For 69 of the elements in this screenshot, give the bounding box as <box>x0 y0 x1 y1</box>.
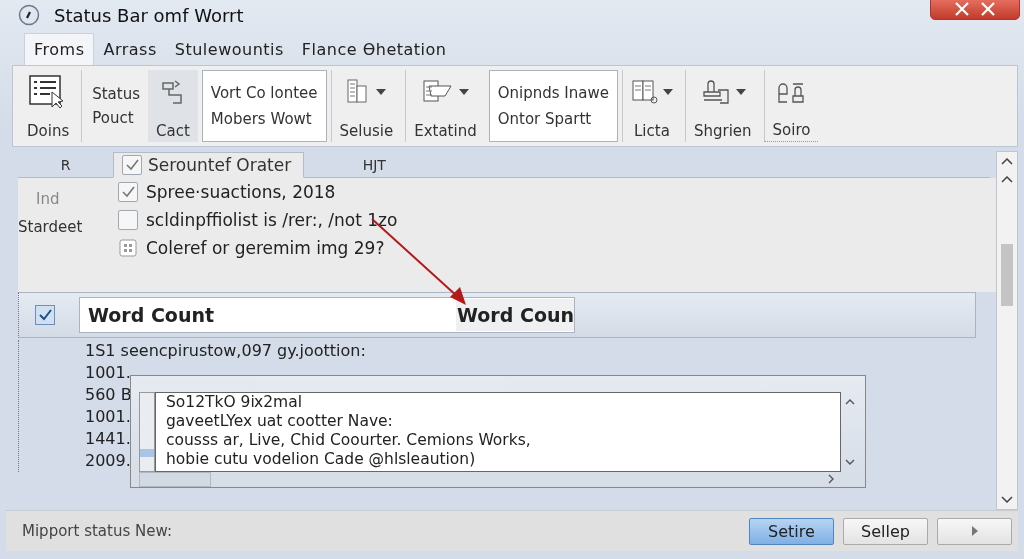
ribbon-button[interactable]: Extatind <box>405 70 485 142</box>
text-line: 1001. <box>85 406 131 428</box>
text-line: 2009. <box>85 450 131 472</box>
ribbon-label[interactable]: Onipnds Inawe <box>497 84 609 102</box>
scrollbar-thumb[interactable] <box>140 449 154 457</box>
book-search-icon <box>630 78 659 106</box>
close-button[interactable] <box>930 0 1020 20</box>
text-line: 1001. <box>85 362 131 384</box>
dropdown-arrow-icon <box>459 89 470 95</box>
text-area[interactable]: So12TkO 9ⅸ2mal gaveetLYex uat cootter Nave: cousss ar, Live, Chid Coourter. Cemions Works, hobie cutu vodelion Cade @hlsleaution) <box>155 392 841 472</box>
text-line: gaveetLYex uat cootter Nave: <box>166 412 394 431</box>
close-icon <box>954 2 970 16</box>
word-count-field[interactable]: Word Count Word Coun <box>79 297 575 333</box>
sub-tab[interactable]: R <box>18 153 113 177</box>
ribbon-button[interactable]: Licta <box>621 70 681 142</box>
ribbon-label[interactable]: Pouct <box>92 109 141 127</box>
field-value: Word Count <box>87 304 215 326</box>
ribbon-label[interactable]: Status <box>92 85 141 103</box>
menu-tab[interactable]: Flance Ɵhetation <box>292 33 456 65</box>
ribbon-label[interactable]: Vort Co lontee <box>210 84 318 102</box>
text-line: So12TkO 9ⅸ2mal <box>166 393 303 412</box>
text-line: 1441. <box>85 428 131 450</box>
checkbox[interactable] <box>122 155 142 175</box>
scrollbar[interactable] <box>996 151 1018 510</box>
text-line: hobie cutu vodelion Cade @hlsleaution) <box>166 450 477 469</box>
status-text: Mipport status New: <box>22 522 173 540</box>
option-label: Spree·suactions, 2018 <box>146 182 336 202</box>
checkbox-label: Serountef Orater <box>148 155 292 175</box>
sub-tab[interactable]: HJT <box>304 153 445 177</box>
menu-tab[interactable]: Stulewountis <box>165 33 293 65</box>
window-title: Status Bar omf Worrt <box>54 4 244 26</box>
menu-tab[interactable]: Froms <box>24 33 95 65</box>
checkbox[interactable] <box>118 182 138 202</box>
menu-tab[interactable]: Arrass <box>94 33 166 65</box>
sub-tab[interactable]: Serountef Orater <box>113 152 305 178</box>
side-label: Ind <box>36 190 61 208</box>
text-line: 560 B <box>85 384 132 406</box>
option-label: scldinpffiolist is /rer:, /not 1zo <box>146 210 398 230</box>
close-icon <box>980 2 996 16</box>
ribbon-label[interactable]: Mobers Wowt <box>210 110 318 128</box>
button[interactable]: Sellep <box>843 517 928 545</box>
primary-button[interactable]: Setire <box>749 517 834 545</box>
scrollbar-thumb[interactable] <box>1001 244 1013 306</box>
option-label: Coleref or geremim img 29? <box>146 238 385 258</box>
ribbon-button[interactable]: Shgrien <box>684 70 760 142</box>
field-value: Word Coun <box>456 299 574 331</box>
text-line: cousss ar, Live, Chid Coourter. Cemions Works, <box>166 431 532 450</box>
play-icon <box>970 525 979 537</box>
scroll-up-icon[interactable] <box>1001 176 1013 184</box>
ribbon-button[interactable]: Soiro <box>763 70 819 142</box>
scroll-down-icon[interactable] <box>1001 495 1013 503</box>
scroll-right-icon[interactable] <box>827 474 835 484</box>
app-icon <box>18 4 40 26</box>
dropdown-arrow-icon <box>735 89 746 95</box>
ribbon-button[interactable]: Selusie <box>330 70 402 142</box>
dropdown-arrow-icon <box>662 89 673 95</box>
ribbon-button[interactable]: Doins <box>19 70 78 142</box>
side-label: Stardeet <box>18 218 84 236</box>
ribbon-label[interactable]: Ontor Spartt <box>497 110 609 128</box>
scroll-up-icon[interactable] <box>845 398 855 406</box>
scroll-up-icon[interactable] <box>1001 158 1013 166</box>
grid-icon <box>119 239 137 257</box>
scroll-down-icon[interactable] <box>845 458 855 466</box>
ribbon-button[interactable]: Cact <box>148 70 198 142</box>
text-line: 1S1 seencpirustow,097 gy.joottion: <box>85 340 366 362</box>
scrollbar-thumb[interactable] <box>139 472 211 487</box>
checkbox[interactable] <box>118 210 138 230</box>
checkbox[interactable] <box>35 305 55 325</box>
dropdown-arrow-icon <box>376 89 387 95</box>
